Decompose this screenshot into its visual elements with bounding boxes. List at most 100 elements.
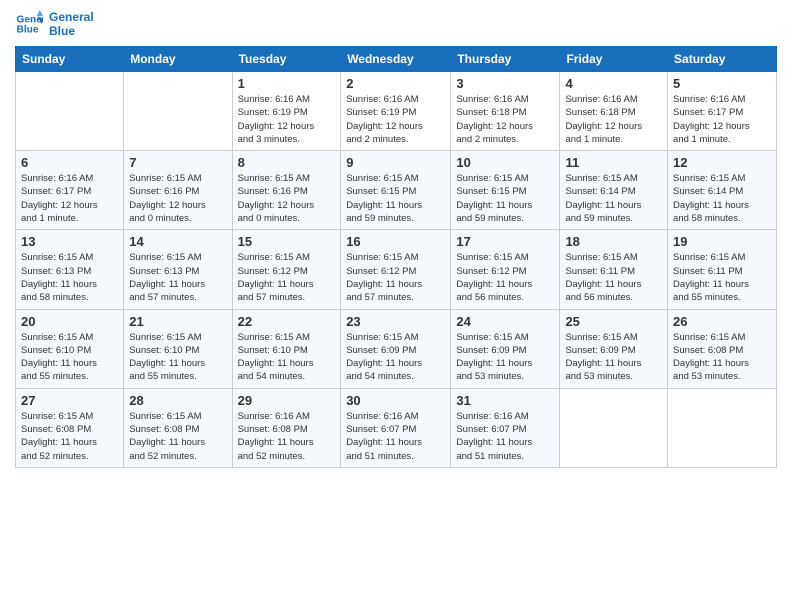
calendar-cell	[668, 388, 777, 467]
day-number: 15	[238, 234, 336, 249]
calendar-week-row: 1 Sunrise: 6:16 AM Sunset: 6:19 PM Daylig…	[16, 72, 777, 151]
day-number: 3	[456, 76, 554, 91]
day-info: Sunrise: 6:16 AM Sunset: 6:18 PM Dayligh…	[565, 93, 662, 146]
weekday-header: Thursday	[451, 47, 560, 72]
day-info: Sunrise: 6:16 AM Sunset: 6:19 PM Dayligh…	[238, 93, 336, 146]
day-number: 13	[21, 234, 118, 249]
weekday-header: Wednesday	[341, 47, 451, 72]
day-info: Sunrise: 6:15 AM Sunset: 6:15 PM Dayligh…	[456, 172, 554, 225]
day-info: Sunrise: 6:15 AM Sunset: 6:13 PM Dayligh…	[129, 251, 226, 304]
page: General Blue General Blue SundayMondayTu…	[0, 0, 792, 612]
day-number: 25	[565, 314, 662, 329]
weekday-header: Saturday	[668, 47, 777, 72]
calendar-cell: 29Sunrise: 6:16 AM Sunset: 6:08 PM Dayli…	[232, 388, 341, 467]
day-info: Sunrise: 6:15 AM Sunset: 6:14 PM Dayligh…	[673, 172, 771, 225]
day-number: 1	[238, 76, 336, 91]
day-number: 12	[673, 155, 771, 170]
calendar-cell: 8 Sunrise: 6:15 AM Sunset: 6:16 PM Daylig…	[232, 151, 341, 230]
day-number: 26	[673, 314, 771, 329]
day-number: 22	[238, 314, 336, 329]
calendar-cell: 4 Sunrise: 6:16 AM Sunset: 6:18 PM Daylig…	[560, 72, 668, 151]
calendar-cell: 11 Sunrise: 6:15 AM Sunset: 6:14 PM Dayli…	[560, 151, 668, 230]
day-number: 20	[21, 314, 118, 329]
calendar-cell: 2 Sunrise: 6:16 AM Sunset: 6:19 PM Daylig…	[341, 72, 451, 151]
header: General Blue General Blue	[15, 10, 777, 38]
calendar-cell: 24 Sunrise: 6:15 AM Sunset: 6:09 PM Dayli…	[451, 309, 560, 388]
day-info: Sunrise: 6:16 AM Sunset: 6:17 PM Dayligh…	[673, 93, 771, 146]
day-number: 24	[456, 314, 554, 329]
day-number: 23	[346, 314, 445, 329]
svg-text:Blue: Blue	[17, 25, 39, 36]
day-info: Sunrise: 6:15 AM Sunset: 6:16 PM Dayligh…	[129, 172, 226, 225]
calendar-table: SundayMondayTuesdayWednesdayThursdayFrid…	[15, 46, 777, 468]
calendar-cell: 28 Sunrise: 6:15 AM Sunset: 6:08 PM Dayli…	[124, 388, 232, 467]
weekday-header: Sunday	[16, 47, 124, 72]
day-info: Sunrise: 6:15 AM Sunset: 6:09 PM Dayligh…	[346, 331, 445, 384]
weekday-header: Monday	[124, 47, 232, 72]
day-info: Sunrise: 6:15 AM Sunset: 6:08 PM Dayligh…	[129, 410, 226, 463]
day-info: Sunrise: 6:15 AM Sunset: 6:08 PM Dayligh…	[673, 331, 771, 384]
day-number: 27	[21, 393, 118, 408]
calendar-week-row: 6Sunrise: 6:16 AM Sunset: 6:17 PM Daylig…	[16, 151, 777, 230]
day-info: Sunrise: 6:15 AM Sunset: 6:10 PM Dayligh…	[238, 331, 336, 384]
calendar-cell: 13 Sunrise: 6:15 AM Sunset: 6:13 PM Dayli…	[16, 230, 124, 309]
day-number: 8	[238, 155, 336, 170]
day-info: Sunrise: 6:15 AM Sunset: 6:11 PM Dayligh…	[565, 251, 662, 304]
logo-text-general: General	[49, 10, 94, 24]
day-info: Sunrise: 6:15 AM Sunset: 6:08 PM Dayligh…	[21, 410, 118, 463]
calendar-cell: 15 Sunrise: 6:15 AM Sunset: 6:12 PM Dayli…	[232, 230, 341, 309]
day-info: Sunrise: 6:15 AM Sunset: 6:12 PM Dayligh…	[238, 251, 336, 304]
day-number: 31	[456, 393, 554, 408]
calendar-week-row: 27 Sunrise: 6:15 AM Sunset: 6:08 PM Dayli…	[16, 388, 777, 467]
day-number: 7	[129, 155, 226, 170]
calendar-cell: 17Sunrise: 6:15 AM Sunset: 6:12 PM Dayli…	[451, 230, 560, 309]
logo: General Blue General Blue	[15, 10, 94, 38]
calendar-cell: 22 Sunrise: 6:15 AM Sunset: 6:10 PM Dayli…	[232, 309, 341, 388]
weekday-header: Friday	[560, 47, 668, 72]
calendar-cell: 1 Sunrise: 6:16 AM Sunset: 6:19 PM Daylig…	[232, 72, 341, 151]
calendar-cell: 30 Sunrise: 6:16 AM Sunset: 6:07 PM Dayli…	[341, 388, 451, 467]
day-info: Sunrise: 6:15 AM Sunset: 6:16 PM Dayligh…	[238, 172, 336, 225]
calendar-cell: 5 Sunrise: 6:16 AM Sunset: 6:17 PM Daylig…	[668, 72, 777, 151]
calendar-cell: 21Sunrise: 6:15 AM Sunset: 6:10 PM Dayli…	[124, 309, 232, 388]
calendar-cell: 27 Sunrise: 6:15 AM Sunset: 6:08 PM Dayli…	[16, 388, 124, 467]
day-number: 11	[565, 155, 662, 170]
day-info: Sunrise: 6:16 AM Sunset: 6:08 PM Dayligh…	[238, 410, 336, 463]
day-number: 2	[346, 76, 445, 91]
day-number: 21	[129, 314, 226, 329]
calendar-cell	[560, 388, 668, 467]
logo-icon: General Blue	[15, 10, 43, 38]
day-number: 4	[565, 76, 662, 91]
day-info: Sunrise: 6:16 AM Sunset: 6:19 PM Dayligh…	[346, 93, 445, 146]
day-number: 5	[673, 76, 771, 91]
calendar-cell: 18Sunrise: 6:15 AM Sunset: 6:11 PM Dayli…	[560, 230, 668, 309]
day-number: 14	[129, 234, 226, 249]
day-info: Sunrise: 6:15 AM Sunset: 6:09 PM Dayligh…	[456, 331, 554, 384]
calendar-cell: 20Sunrise: 6:15 AM Sunset: 6:10 PM Dayli…	[16, 309, 124, 388]
day-info: Sunrise: 6:15 AM Sunset: 6:12 PM Dayligh…	[346, 251, 445, 304]
calendar-header-row: SundayMondayTuesdayWednesdayThursdayFrid…	[16, 47, 777, 72]
calendar-cell: 6Sunrise: 6:16 AM Sunset: 6:17 PM Daylig…	[16, 151, 124, 230]
calendar-cell: 9 Sunrise: 6:15 AM Sunset: 6:15 PM Daylig…	[341, 151, 451, 230]
day-number: 10	[456, 155, 554, 170]
day-number: 28	[129, 393, 226, 408]
calendar-cell: 10 Sunrise: 6:15 AM Sunset: 6:15 PM Dayli…	[451, 151, 560, 230]
day-info: Sunrise: 6:15 AM Sunset: 6:13 PM Dayligh…	[21, 251, 118, 304]
day-number: 6	[21, 155, 118, 170]
day-number: 9	[346, 155, 445, 170]
day-info: Sunrise: 6:15 AM Sunset: 6:14 PM Dayligh…	[565, 172, 662, 225]
calendar-cell: 19Sunrise: 6:15 AM Sunset: 6:11 PM Dayli…	[668, 230, 777, 309]
calendar-cell	[124, 72, 232, 151]
day-info: Sunrise: 6:16 AM Sunset: 6:18 PM Dayligh…	[456, 93, 554, 146]
day-number: 30	[346, 393, 445, 408]
calendar-cell: 26 Sunrise: 6:15 AM Sunset: 6:08 PM Dayli…	[668, 309, 777, 388]
day-number: 16	[346, 234, 445, 249]
day-number: 17	[456, 234, 554, 249]
calendar-cell: 23 Sunrise: 6:15 AM Sunset: 6:09 PM Dayli…	[341, 309, 451, 388]
day-info: Sunrise: 6:16 AM Sunset: 6:07 PM Dayligh…	[456, 410, 554, 463]
logo-text-blue: Blue	[49, 24, 94, 38]
day-info: Sunrise: 6:15 AM Sunset: 6:15 PM Dayligh…	[346, 172, 445, 225]
day-info: Sunrise: 6:16 AM Sunset: 6:07 PM Dayligh…	[346, 410, 445, 463]
calendar-cell: 14 Sunrise: 6:15 AM Sunset: 6:13 PM Dayli…	[124, 230, 232, 309]
calendar-week-row: 20 Sunrise: 6:15 AM Sunset: 6:10 PM Dayli…	[16, 309, 777, 388]
